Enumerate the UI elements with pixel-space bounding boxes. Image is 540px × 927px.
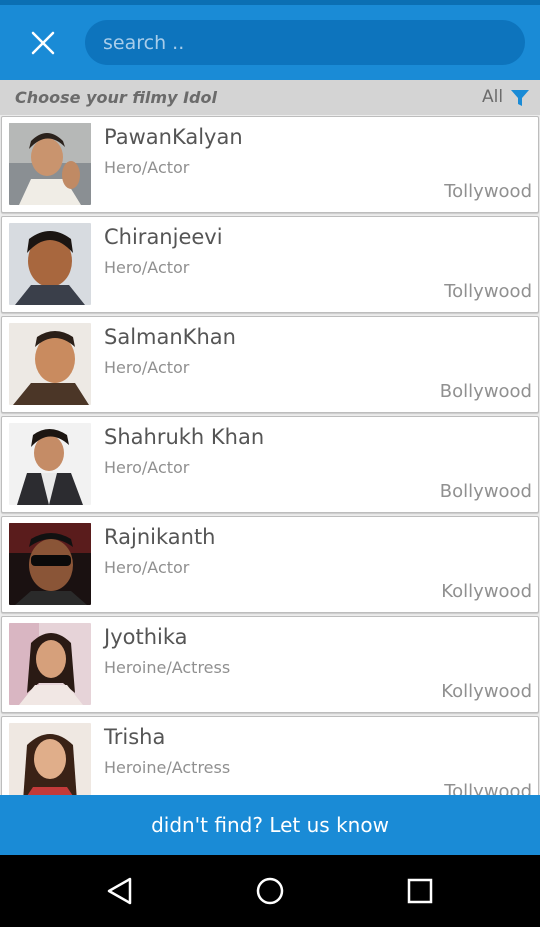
idol-name: Shahrukh Khan xyxy=(104,425,265,449)
idol-name: Jyothika xyxy=(104,625,188,649)
idol-role: Hero/Actor xyxy=(104,258,190,277)
search-input[interactable] xyxy=(85,20,525,65)
avatar xyxy=(9,423,91,505)
app-bar xyxy=(0,5,540,80)
list-item[interactable]: SalmanKhan Hero/Actor Bollywood xyxy=(1,316,539,413)
list-item[interactable]: Rajnikanth Hero/Actor Kollywood xyxy=(1,516,539,613)
let-us-know-button[interactable]: didn't find? Let us know xyxy=(0,795,540,855)
avatar xyxy=(9,323,91,405)
avatar xyxy=(9,723,91,795)
idol-name: SalmanKhan xyxy=(104,325,236,349)
home-icon[interactable] xyxy=(250,871,290,911)
idol-industry: Tollywood xyxy=(444,181,532,202)
idol-name: Trisha xyxy=(104,725,166,749)
filter-selected-label[interactable]: All xyxy=(482,87,503,107)
list-item[interactable]: Trisha Heroine/Actress Tollywood xyxy=(1,716,539,795)
list-item[interactable]: Shahrukh Khan Hero/Actor Bollywood xyxy=(1,416,539,513)
idol-role: Hero/Actor xyxy=(104,458,190,477)
avatar xyxy=(9,223,91,305)
idol-industry: Kollywood xyxy=(441,581,532,602)
avatar xyxy=(9,623,91,705)
idol-list[interactable]: PawanKalyan Hero/Actor Tollywood Chiranj… xyxy=(0,115,540,795)
idol-role: Heroine/Actress xyxy=(104,658,231,677)
filter-icon[interactable] xyxy=(509,87,531,109)
idol-industry: Tollywood xyxy=(444,281,532,302)
close-button[interactable] xyxy=(22,22,64,64)
idol-industry: Kollywood xyxy=(441,681,532,702)
idol-role: Heroine/Actress xyxy=(104,758,231,777)
idol-role: Hero/Actor xyxy=(104,558,190,577)
filter-prompt: Choose your filmy Idol xyxy=(15,88,217,107)
idol-name: Chiranjeevi xyxy=(104,225,223,249)
list-item[interactable]: PawanKalyan Hero/Actor Tollywood xyxy=(1,116,539,213)
back-icon[interactable] xyxy=(100,871,140,911)
recents-icon[interactable] xyxy=(400,871,440,911)
idol-role: Hero/Actor xyxy=(104,358,190,377)
idol-name: PawanKalyan xyxy=(104,125,243,149)
idol-industry: Bollywood xyxy=(439,381,532,402)
filter-bar: Choose your filmy Idol All xyxy=(0,80,540,115)
idol-industry: Bollywood xyxy=(439,481,532,502)
idol-industry: Tollywood xyxy=(444,781,532,795)
list-item[interactable]: Chiranjeevi Hero/Actor Tollywood xyxy=(1,216,539,313)
avatar xyxy=(9,123,91,205)
idol-role: Hero/Actor xyxy=(104,158,190,177)
close-icon xyxy=(31,31,55,55)
avatar xyxy=(9,523,91,605)
system-nav-bar xyxy=(0,855,540,927)
list-item[interactable]: Jyothika Heroine/Actress Kollywood xyxy=(1,616,539,713)
idol-name: Rajnikanth xyxy=(104,525,216,549)
